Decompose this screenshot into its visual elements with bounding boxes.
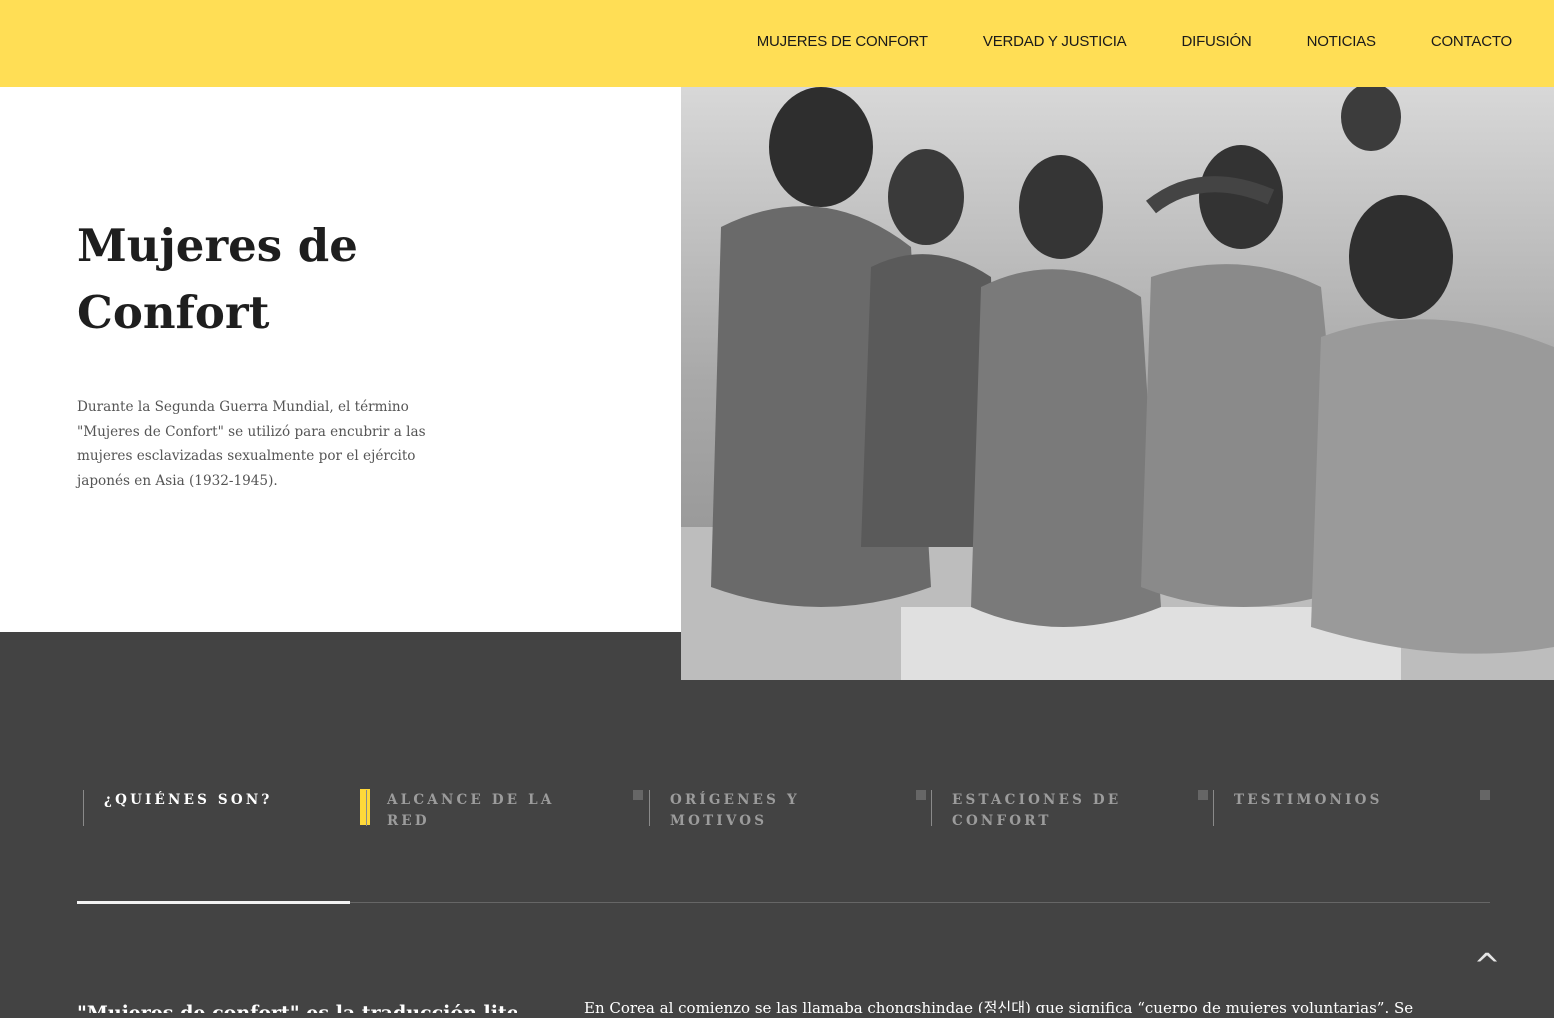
tab-testimonios[interactable]: Testimonios xyxy=(1207,785,1490,835)
tab-divider xyxy=(649,790,650,826)
viewport-edge xyxy=(0,1013,1554,1018)
chevron-up-icon: ^ xyxy=(1473,946,1501,984)
nav-item-noticias[interactable]: NOTICIAS xyxy=(1307,32,1376,52)
tab-divider xyxy=(1213,790,1214,826)
nav-item-verdad-y-justicia[interactable]: VERDAD Y JUSTICIA xyxy=(983,32,1127,52)
tab-divider xyxy=(931,790,932,826)
tab-label: Testimonios xyxy=(1234,792,1383,808)
tab-origenes-y-motivos[interactable]: Orígenes y motivos xyxy=(643,785,926,835)
section-tabs: ¿Quiénes son? Alcance de la red Orígenes… xyxy=(77,785,1490,845)
tab-marker xyxy=(633,790,643,800)
nav-item-contacto[interactable]: CONTACTO xyxy=(1431,32,1512,52)
tab-quienes-son[interactable]: ¿Quiénes son? xyxy=(77,785,370,835)
tabs-active-underline xyxy=(77,901,350,904)
page-title: Mujeres de Confort xyxy=(77,212,497,346)
tab-marker xyxy=(1480,790,1490,800)
tab-label: Estaciones de confort xyxy=(952,792,1122,829)
page-title-line-1: Mujeres de xyxy=(77,219,358,272)
site-header: MUJERES DE CONFORT VERDAD Y JUSTICIA DIF… xyxy=(0,0,1554,87)
historical-photo-image xyxy=(681,87,1554,680)
tab-estaciones-de-confort[interactable]: Estaciones de confort xyxy=(925,785,1208,835)
scroll-to-top-button[interactable]: ^ xyxy=(1470,949,1504,981)
nav-item-difusion[interactable]: DIFUSIÓN xyxy=(1181,32,1251,52)
tab-label: Alcance de la red xyxy=(387,792,555,829)
tab-divider xyxy=(366,790,367,826)
main-nav: MUJERES DE CONFORT VERDAD Y JUSTICIA DIF… xyxy=(757,32,1512,52)
tab-divider xyxy=(83,790,84,826)
hero-description: Durante la Segunda Guerra Mundial, el té… xyxy=(77,399,426,489)
tab-alcance-de-la-red[interactable]: Alcance de la red xyxy=(360,785,643,835)
nav-item-mujeres-de-confort[interactable]: MUJERES DE CONFORT xyxy=(757,32,928,52)
hero-photo xyxy=(681,87,1554,680)
tab-label: ¿Quiénes son? xyxy=(104,792,273,808)
page-title-line-2: Confort xyxy=(77,286,270,339)
tab-label: Orígenes y motivos xyxy=(670,792,800,829)
hero-panel xyxy=(0,87,681,632)
